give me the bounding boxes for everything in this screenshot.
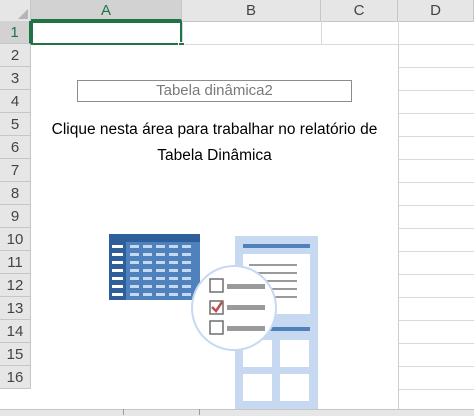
select-all-corner[interactable] — [0, 0, 31, 21]
column-header-b[interactable]: B — [182, 0, 321, 21]
row-header[interactable]: 16 — [0, 366, 31, 389]
column-header-d[interactable]: D — [398, 0, 474, 21]
selected-cell[interactable] — [31, 21, 182, 45]
tab-separator — [199, 409, 200, 415]
column-header-row: A B C D — [0, 0, 474, 22]
row-header[interactable]: 2 — [0, 44, 31, 67]
column-header-c[interactable]: C — [321, 0, 398, 21]
pivot-illustration — [109, 234, 318, 415]
row-header[interactable]: 9 — [0, 205, 31, 228]
row-header[interactable]: 13 — [0, 297, 31, 320]
tab-separator — [123, 409, 124, 415]
row-header[interactable]: 5 — [0, 113, 31, 136]
row-header[interactable]: 10 — [0, 228, 31, 251]
column-header-a[interactable]: A — [31, 0, 182, 21]
row-header[interactable]: 1 — [0, 21, 31, 44]
row-header[interactable]: 6 — [0, 136, 31, 159]
checkbox-list-icon — [191, 265, 277, 351]
pivot-table-placeholder[interactable]: Tabela dinâmica2 Clique nesta área para … — [31, 45, 399, 415]
table-icon — [109, 234, 200, 300]
row-header[interactable]: 15 — [0, 343, 31, 366]
row-header[interactable]: 14 — [0, 320, 31, 343]
row-header[interactable]: 12 — [0, 274, 31, 297]
select-all-triangle-icon — [18, 9, 28, 19]
row-header[interactable]: 4 — [0, 90, 31, 113]
row-header[interactable]: 8 — [0, 182, 31, 205]
row-header[interactable]: 3 — [0, 67, 31, 90]
row-header[interactable]: 7 — [0, 159, 31, 182]
row-header[interactable]: 11 — [0, 251, 31, 274]
